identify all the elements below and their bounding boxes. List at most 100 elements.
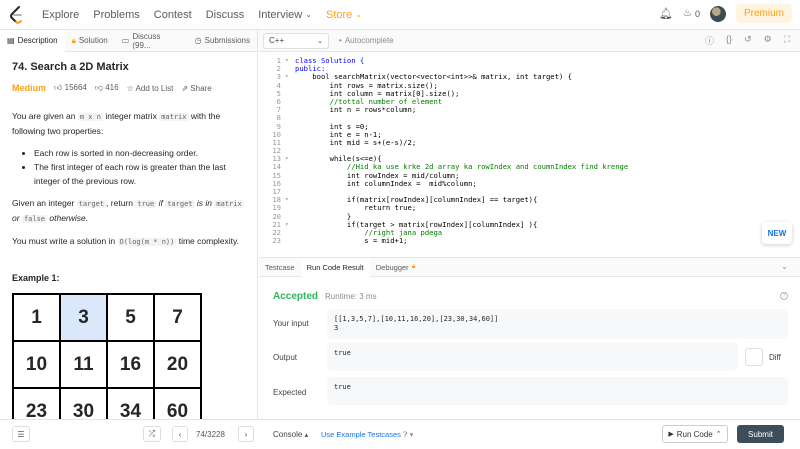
fold-icon[interactable]	[285, 188, 295, 196]
fold-icon[interactable]	[285, 229, 295, 237]
line-number: 23	[272, 236, 281, 246]
line-number: 2	[276, 64, 281, 74]
code-line[interactable]: 16 int columnIndex = mid%column;	[259, 179, 800, 188]
fold-icon[interactable]	[285, 172, 295, 180]
tab-label: Solution	[78, 36, 108, 45]
inline-code: O(log(m * n))	[117, 238, 177, 246]
braces-icon[interactable]: {}	[726, 34, 732, 47]
code-line[interactable]: 7 int n = rows*column;	[259, 105, 800, 114]
code-editor[interactable]: 1 ▾ class Solution {2 public: 3 ▾ bool search…	[259, 53, 800, 256]
nav-problems[interactable]: Problems	[93, 9, 139, 21]
document-icon: ▤	[7, 36, 15, 45]
fullscreen-icon[interactable]: ⛶	[784, 34, 790, 47]
fold-icon[interactable]	[285, 131, 295, 139]
fold-icon[interactable]: ▾	[285, 155, 295, 163]
inline-code: m x n	[77, 113, 103, 121]
new-badge-button[interactable]: NEW	[762, 222, 792, 244]
matrix-cell: 16	[108, 342, 155, 389]
chevron-down-icon[interactable]: ⌄	[781, 262, 788, 271]
toggle-switch[interactable]	[745, 348, 763, 366]
code-line[interactable]: 23 s = mid+1;	[259, 236, 800, 246]
nav-discuss[interactable]: Discuss	[206, 9, 245, 21]
fold-icon[interactable]	[285, 204, 295, 212]
premium-button[interactable]: Premium	[735, 4, 792, 23]
console-button[interactable]: Console ▴	[273, 430, 308, 439]
fold-icon[interactable]	[285, 123, 295, 131]
list-item: Each row is sorted in non-decreasing ord…	[34, 146, 246, 160]
fold-icon[interactable]: ▾	[285, 196, 295, 204]
fold-icon[interactable]	[285, 106, 295, 114]
next-problem-button[interactable]: ›	[238, 426, 254, 442]
code-line[interactable]: 11 int mid = s+(e-s)/2;	[259, 138, 800, 147]
fold-icon[interactable]	[285, 213, 295, 221]
output-box: true	[327, 343, 738, 371]
tab-run-code-result[interactable]: Run Code Result	[300, 257, 370, 277]
run-code-label: Run Code	[676, 429, 713, 439]
dislike-button[interactable]: 👎︎ 416	[95, 83, 119, 93]
like-button[interactable]: 👍︎ 15664	[54, 83, 87, 93]
tab-submissions[interactable]: ◷ Submissions	[188, 30, 257, 52]
text: is in	[196, 198, 213, 208]
submit-button[interactable]: Submit	[737, 425, 784, 443]
fold-icon[interactable]	[285, 163, 295, 171]
settings-icon[interactable]: ⚙	[764, 34, 772, 47]
fold-icon[interactable]	[285, 147, 295, 155]
nav-explore[interactable]: Explore	[42, 9, 79, 21]
fold-icon[interactable]	[285, 82, 295, 90]
line-number: 3	[276, 72, 281, 82]
expected-label: Expected	[273, 388, 307, 397]
code-line[interactable]: 1 ▾ class Solution {	[259, 56, 800, 65]
fold-icon[interactable]	[285, 65, 295, 73]
language-select[interactable]: C++ ⌄	[263, 32, 329, 49]
line-number: 1	[276, 56, 281, 65]
nav-contest[interactable]: Contest	[154, 9, 192, 21]
notification-count: 0	[694, 8, 700, 19]
tab-debugger[interactable]: Debugger 🔒︎	[370, 258, 422, 277]
help-icon[interactable]: ?	[780, 292, 788, 300]
tab-solution[interactable]: 🔒︎ Solution	[65, 30, 115, 52]
thumbs-down-icon: 👎︎	[94, 83, 103, 92]
input-line: [[1,3,5,7],[10,11,16,20],[23,30,34,60]]	[334, 315, 499, 323]
fold-icon[interactable]	[285, 114, 295, 122]
shuffle-button[interactable]: ⤮	[143, 426, 161, 442]
editor-actions: ⓘ {} ↺ ⚙ ⛶	[705, 34, 790, 47]
fold-icon[interactable]	[285, 237, 295, 245]
matrix-cell: 7	[155, 295, 202, 342]
tab-description[interactable]: ▤ Description	[0, 29, 65, 52]
editor-toolbar: C++ ⌄ • Autocomplete ⓘ {} ↺ ⚙ ⛶	[259, 30, 800, 52]
tab-testcase[interactable]: Testcase	[259, 258, 301, 277]
tab-discuss[interactable]: ▭ Discuss (99...	[115, 30, 188, 52]
problem-list-button[interactable]: ☰	[12, 426, 30, 442]
help-icon[interactable]: ❓︎ ▾	[403, 430, 413, 440]
play-icon: ▶	[668, 431, 674, 438]
prev-problem-button[interactable]: ‹	[172, 426, 188, 442]
fold-icon[interactable]	[285, 98, 295, 106]
fold-icon[interactable]: ▾	[285, 57, 295, 65]
chevron-left-icon: ‹	[178, 429, 182, 439]
add-to-list-button[interactable]: ☆ Add to List	[127, 84, 174, 93]
problem-counter: 74/3228	[196, 430, 225, 439]
bell-icon[interactable]: 🔔︎	[659, 7, 673, 20]
lock-icon: 🔒︎	[71, 35, 76, 45]
fold-icon[interactable]	[285, 90, 295, 98]
nav-store[interactable]: Store ⌄	[326, 9, 362, 21]
matrix-cell: 30	[61, 389, 108, 419]
fold-icon[interactable]	[285, 139, 295, 147]
fold-icon[interactable]: ▾	[285, 73, 295, 81]
share-button[interactable]: ⇗ Share	[181, 84, 211, 93]
use-example-testcases-link[interactable]: Use Example Testcases	[321, 430, 401, 439]
fold-icon[interactable]: ▾	[285, 221, 295, 229]
add-to-list-label: Add to List	[135, 83, 174, 93]
fold-icon[interactable]	[285, 180, 295, 188]
nav-interview[interactable]: Interview ⌄	[258, 9, 312, 21]
autocomplete-toggle[interactable]: • Autocomplete	[339, 36, 394, 45]
fire-icon[interactable]: ♨	[683, 8, 692, 19]
run-code-button[interactable]: ▶ Run Code ⌃	[662, 425, 728, 443]
reset-icon[interactable]: ↺	[744, 34, 752, 47]
nav-store-label: Store	[326, 8, 353, 21]
avatar[interactable]	[709, 5, 726, 22]
leetcode-logo[interactable]	[0, 0, 34, 30]
info-icon[interactable]: ⓘ	[705, 34, 714, 47]
line-number: 6	[276, 96, 281, 106]
diff-toggle[interactable]: Diff	[745, 348, 788, 366]
